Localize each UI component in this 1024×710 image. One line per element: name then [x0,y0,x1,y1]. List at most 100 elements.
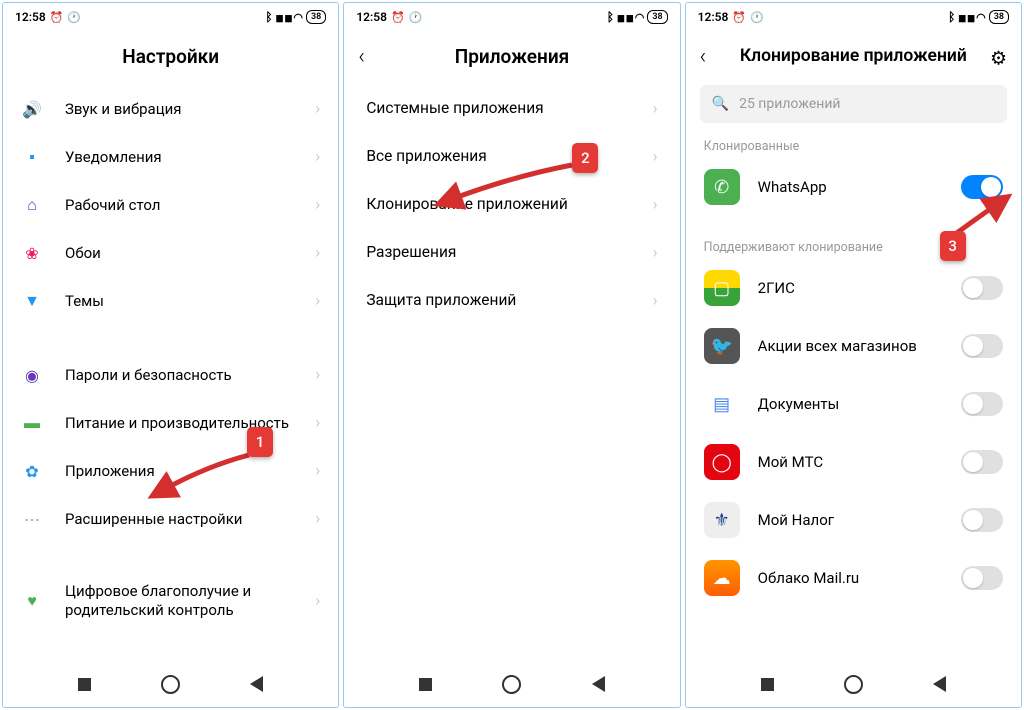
app-label: 2ГИС [758,279,961,297]
chevron-right-icon: › [315,147,320,167]
toggle-mts[interactable] [961,450,1003,474]
app-row-2gis[interactable]: ▢ 2ГИС [686,259,1021,317]
nav-recent-button[interactable] [761,678,774,691]
row-themes[interactable]: ▼ Темы › [3,277,338,325]
nav-recent-button[interactable] [419,678,432,691]
row-label: Защита приложений [366,291,652,310]
header: ‹ Клонирование приложений ⚙ [686,31,1021,85]
screen-clone-apps: 12:58 38 ‹ Клонирование приложений ⚙ 🔍 2… [685,2,1022,708]
nav-back-button[interactable] [250,676,263,692]
status-bar: 12:58 38 [344,3,679,31]
row-security[interactable]: ◉ Пароли и безопасность › [3,351,338,399]
battery-badge: 38 [647,10,667,24]
toggle-docs[interactable] [961,392,1003,416]
app-row-docs[interactable]: ▤ Документы [686,375,1021,433]
settings-list[interactable]: 🔊 Звук и вибрация › ▪ Уведомления › ⌂ Ра… [3,85,338,661]
annotation-1: 1 [247,427,273,457]
toggle-2gis[interactable] [961,276,1003,300]
row-app-protection[interactable]: Защита приложений › [344,277,679,325]
row-label: Темы [65,292,315,311]
row-notifications[interactable]: ▪ Уведомления › [3,133,338,181]
nav-bar [686,661,1021,707]
app-row-aktsii[interactable]: 🐦 Акции всех магазинов [686,317,1021,375]
toggle-aktsii[interactable] [961,334,1003,358]
app-label: Мой МТС [758,453,961,471]
chevron-right-icon: › [653,99,658,119]
signal-icon-2 [626,11,632,24]
bluetooth-icon [265,10,272,24]
battery-icon: ▬ [21,412,43,434]
nav-recent-button[interactable] [78,678,91,691]
home-icon: ⌂ [21,194,43,216]
row-wallpaper[interactable]: ❀ Обои › [3,229,338,277]
row-wellbeing[interactable]: ♥ Цифровое благополучие и родительский к… [3,569,338,633]
row-label: Разрешения [366,243,652,262]
nav-bar [3,661,338,707]
toggle-nalog[interactable] [961,508,1003,532]
search-placeholder: 25 приложений [739,96,840,112]
chevron-right-icon: › [315,509,320,529]
app-label: Документы [758,395,961,413]
chevron-right-icon: › [653,195,658,215]
annotation-2: 2 [572,143,598,173]
chevron-right-icon: › [315,365,320,385]
nav-bar [344,661,679,707]
app-row-mailru[interactable]: ☁ Облако Mail.ru [686,549,1021,607]
row-desktop[interactable]: ⌂ Рабочий стол › [3,181,338,229]
app-label: WhatsApp [758,178,961,196]
nav-back-button[interactable] [933,676,946,692]
row-label: Все приложения [366,147,652,166]
nav-home-button[interactable] [844,675,863,694]
signal-icon [617,11,623,24]
annotation-3: 3 [940,231,966,261]
apps-icon: ✿ [21,460,43,482]
app-row-mts[interactable]: ◯ Мой МТС [686,433,1021,491]
row-permissions[interactable]: Разрешения › [344,229,679,277]
status-bar: 12:58 38 [3,3,338,31]
mailru-icon: ☁ [704,560,740,596]
section-support: Поддерживают клонирование [686,234,1021,259]
row-clone-apps[interactable]: Клонирование приложений › [344,181,679,229]
toggle-mailru[interactable] [961,566,1003,590]
row-all-apps[interactable]: Все приложения › [344,133,679,181]
signal-icon [276,11,282,24]
toggle-whatsapp[interactable] [961,175,1003,199]
whatsapp-icon: ✆ [704,169,740,205]
chevron-right-icon: › [315,413,320,433]
row-advanced[interactable]: ⋯ Расширенные настройки › [3,495,338,543]
clone-list[interactable]: Клонированные ✆ WhatsApp Поддерживают кл… [686,133,1021,661]
nav-home-button[interactable] [161,675,180,694]
row-sound[interactable]: 🔊 Звук и вибрация › [3,85,338,133]
notifications-icon: ▪ [21,146,43,168]
app-label: Мой Налог [758,511,961,529]
back-button[interactable]: ‹ [358,44,365,69]
nav-back-button[interactable] [592,676,605,692]
battery-badge: 38 [306,10,326,24]
apps-list[interactable]: Системные приложения › Все приложения › … [344,85,679,661]
clock-icon [409,10,423,24]
row-label: Уведомления [65,148,315,167]
section-cloned: Клонированные [686,133,1021,158]
nalog-icon: ⚜ [704,502,740,538]
app-row-nalog[interactable]: ⚜ Мой Налог [686,491,1021,549]
row-label: Расширенные настройки [65,510,315,529]
row-battery[interactable]: ▬ Питание и производительность › [3,399,338,447]
nav-home-button[interactable] [502,675,521,694]
wifi-icon [635,11,645,24]
aktsii-icon: 🐦 [704,328,740,364]
clock-icon [750,10,764,24]
row-system-apps[interactable]: Системные приложения › [344,85,679,133]
chevron-right-icon: › [315,461,320,481]
header: Настройки [3,31,338,85]
status-time: 12:58 [698,10,729,24]
clock-icon [67,10,81,24]
back-button[interactable]: ‹ [700,44,707,69]
search-input[interactable]: 🔍 25 приложений [700,85,1007,123]
settings-button[interactable]: ⚙ [990,47,1007,70]
row-label: Рабочий стол [65,196,315,215]
app-row-whatsapp[interactable]: ✆ WhatsApp [686,158,1021,216]
row-apps[interactable]: ✿ Приложения › [3,447,338,495]
wellbeing-icon: ♥ [21,590,43,612]
screen-apps: 12:58 38 ‹ Приложения Системные приложен… [343,2,680,708]
battery-badge: 38 [989,10,1009,24]
